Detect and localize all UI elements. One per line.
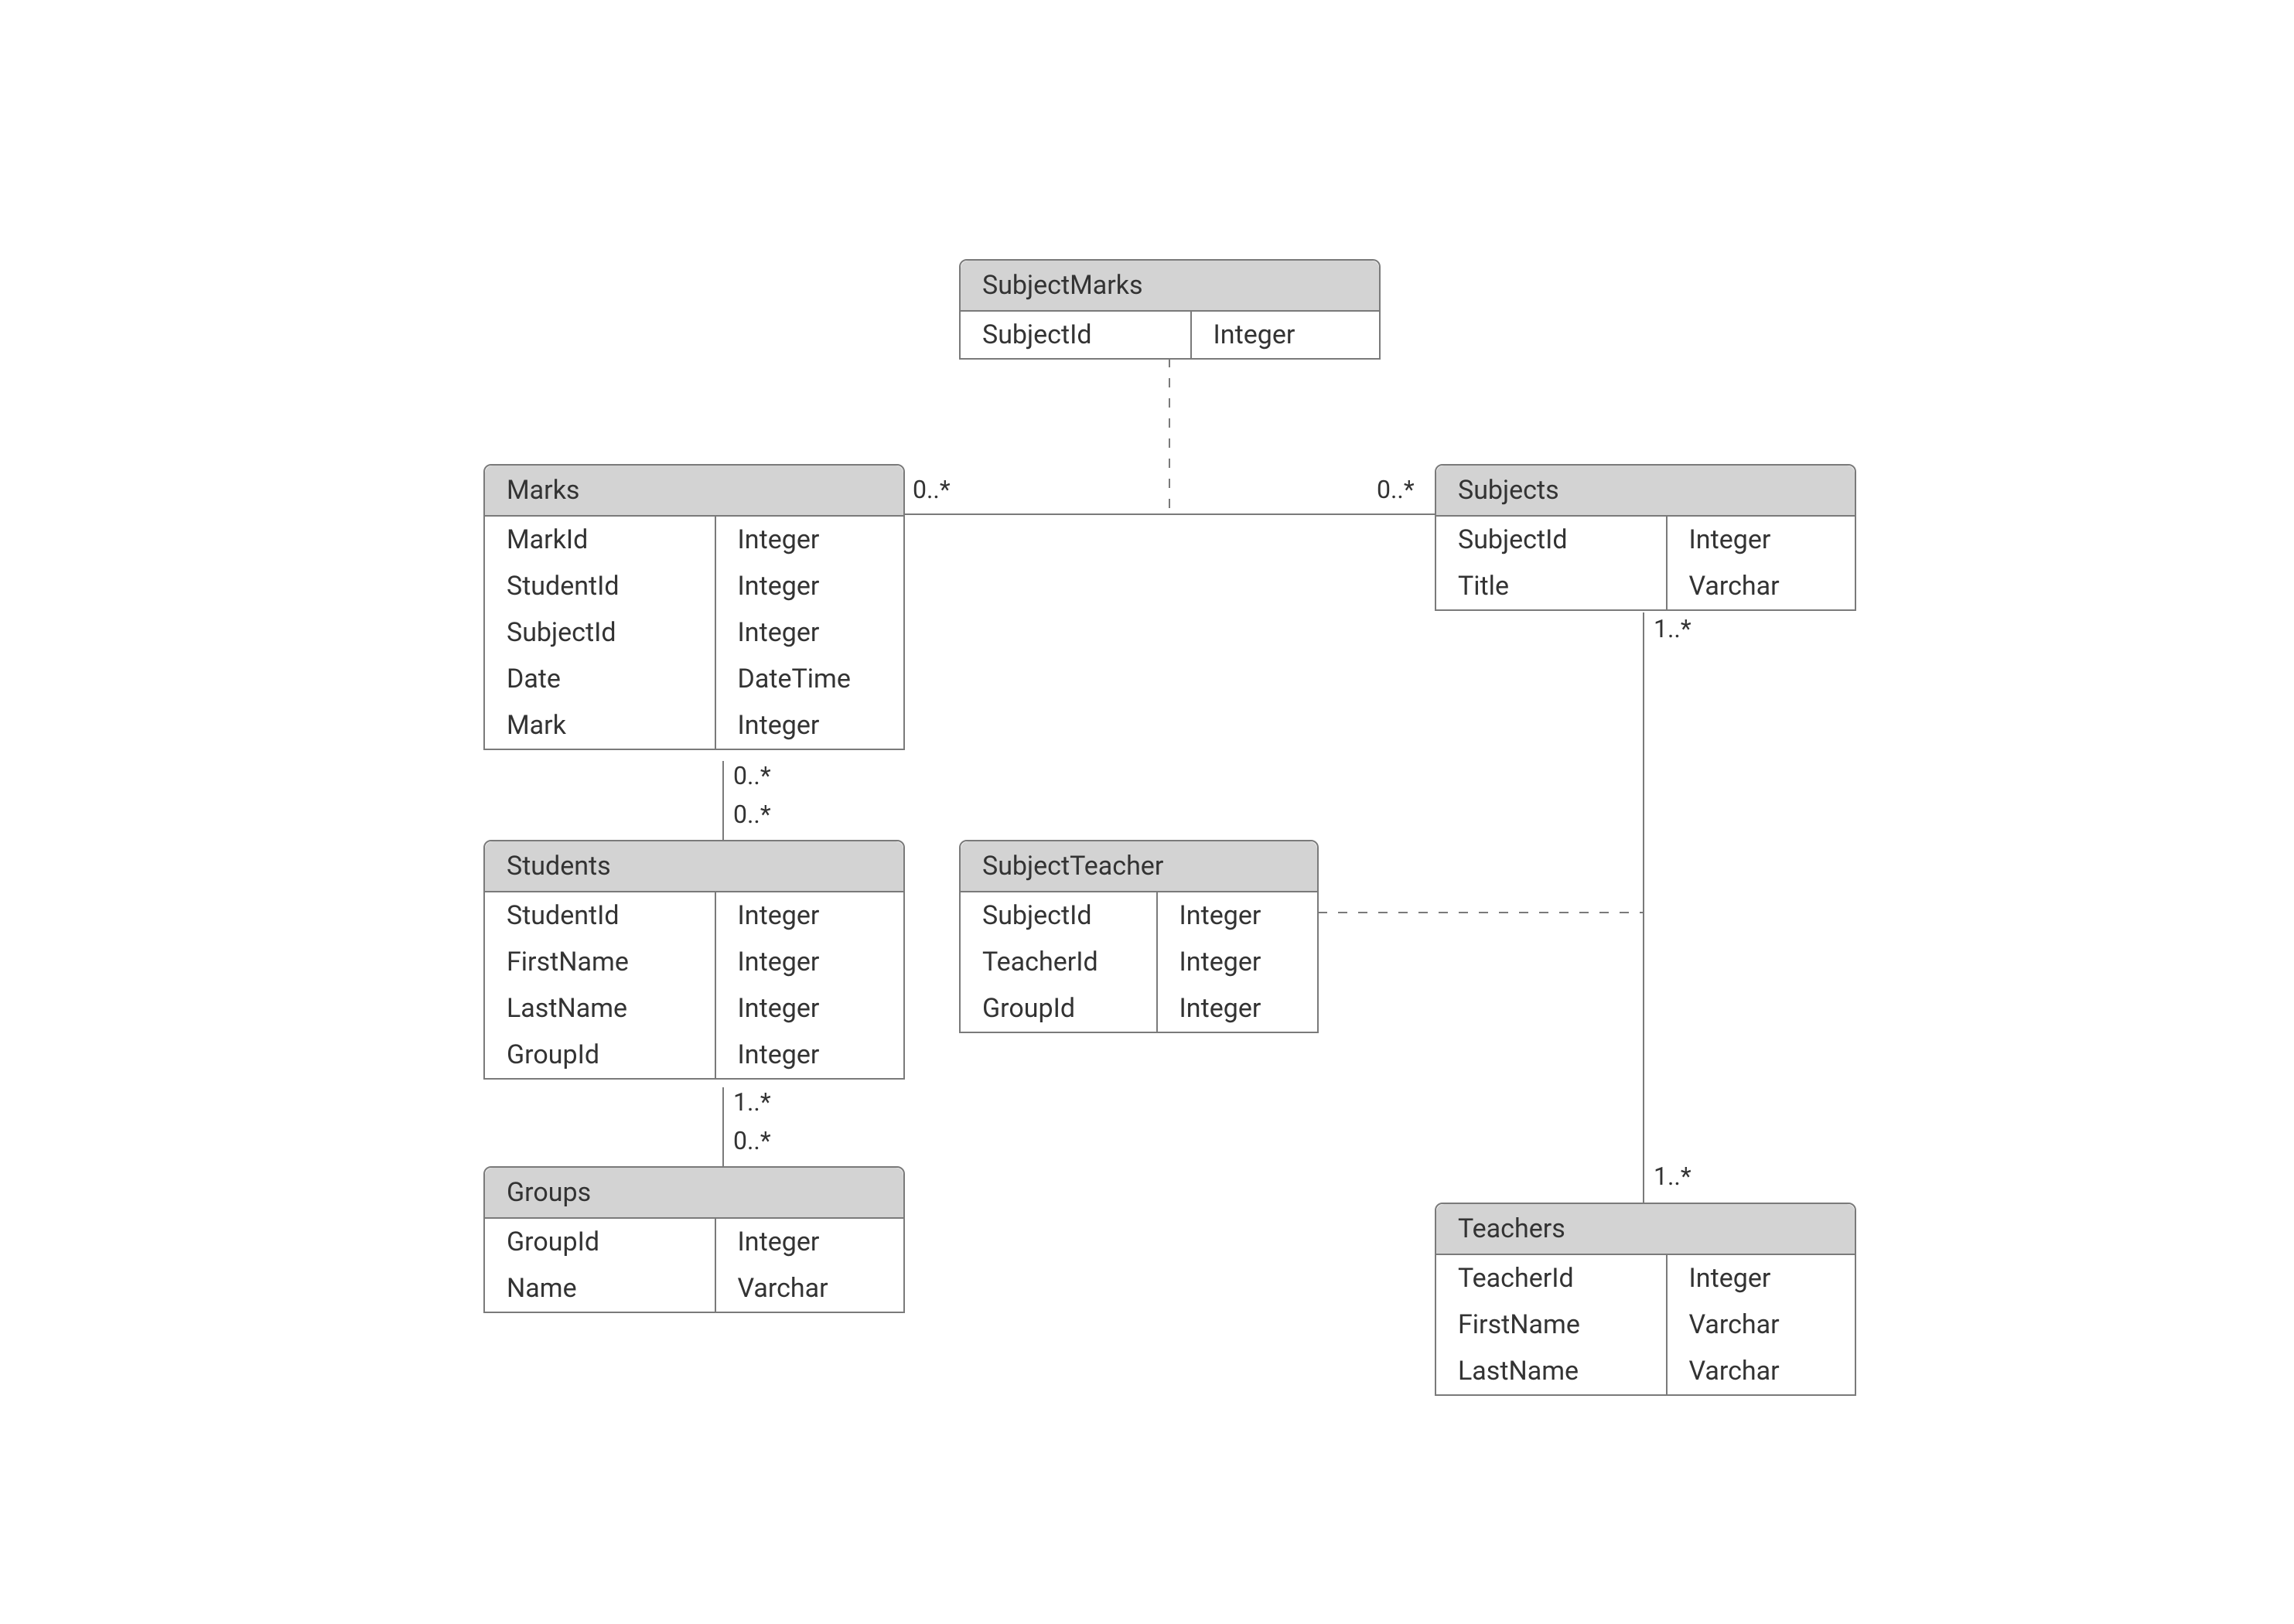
table-row: GroupId Integer [961, 985, 1317, 1032]
table-row: Mark Integer [485, 702, 903, 749]
field-type: Integer [715, 985, 903, 1032]
table-row: LastName Integer [485, 985, 903, 1032]
table-row: SubjectId Integer [485, 609, 903, 656]
field-type: Integer [1157, 892, 1317, 939]
label-students-groups-bot: 0..* [733, 1126, 771, 1155]
entity-groups: Groups GroupId Integer Name Varchar [483, 1166, 905, 1313]
field-name: GroupId [485, 1032, 715, 1078]
table-row: TeacherId Integer [1436, 1255, 1855, 1302]
field-name: StudentId [485, 563, 715, 609]
field-type: Integer [715, 892, 903, 939]
field-type: Integer [1157, 985, 1317, 1032]
field-type: Integer [1667, 517, 1855, 563]
entity-title: Marks [485, 466, 903, 517]
field-type: Integer [1191, 312, 1379, 358]
field-name: SubjectId [961, 312, 1191, 358]
table-row: GroupId Integer [485, 1219, 903, 1265]
table-row: Date DateTime [485, 656, 903, 702]
table-row: FirstName Integer [485, 939, 903, 985]
field-name: FirstName [485, 939, 715, 985]
field-type: Varchar [715, 1265, 903, 1312]
field-name: GroupId [485, 1219, 715, 1265]
field-type: Integer [715, 563, 903, 609]
field-name: TeacherId [1436, 1255, 1667, 1302]
entity-title: SubjectTeacher [961, 841, 1317, 892]
table-row: LastName Varchar [1436, 1348, 1855, 1394]
label-subjects-teachers-top: 1..* [1654, 614, 1691, 643]
table-row: GroupId Integer [485, 1032, 903, 1078]
label-students-groups-top: 1..* [733, 1087, 771, 1117]
field-type: DateTime [715, 656, 903, 702]
field-name: Name [485, 1265, 715, 1312]
entity-title: SubjectMarks [961, 261, 1379, 312]
field-name: SubjectId [485, 609, 715, 656]
field-name: FirstName [1436, 1302, 1667, 1348]
entity-title: Groups [485, 1168, 903, 1219]
field-name: Title [1436, 563, 1667, 609]
field-type: Integer [1157, 939, 1317, 985]
label-marks-subjects-left: 0..* [913, 475, 951, 504]
entity-subjects: Subjects SubjectId Integer Title Varchar [1435, 464, 1856, 611]
field-type: Integer [715, 702, 903, 749]
table-row: TeacherId Integer [961, 939, 1317, 985]
entity-title: Teachers [1436, 1204, 1855, 1255]
field-type: Varchar [1667, 1348, 1855, 1394]
field-name: Date [485, 656, 715, 702]
table-row: Title Varchar [1436, 563, 1855, 609]
field-type: Integer [715, 517, 903, 563]
field-type: Integer [715, 1219, 903, 1265]
field-type: Integer [715, 939, 903, 985]
entity-marks: Marks MarkId Integer StudentId Integer S… [483, 464, 905, 750]
label-subjects-teachers-bot: 1..* [1654, 1162, 1691, 1191]
field-name: SubjectId [1436, 517, 1667, 563]
field-name: Mark [485, 702, 715, 749]
field-name: LastName [1436, 1348, 1667, 1394]
field-name: LastName [485, 985, 715, 1032]
field-type: Integer [715, 1032, 903, 1078]
field-type: Varchar [1667, 1302, 1855, 1348]
field-type: Integer [1667, 1255, 1855, 1302]
field-type: Integer [715, 609, 903, 656]
table-row: MarkId Integer [485, 517, 903, 563]
label-marks-subjects-right: 0..* [1377, 475, 1415, 504]
table-row: SubjectId Integer [961, 892, 1317, 939]
field-name: TeacherId [961, 939, 1157, 985]
table-row: SubjectId Integer [961, 312, 1379, 358]
field-name: StudentId [485, 892, 715, 939]
field-name: MarkId [485, 517, 715, 563]
table-row: SubjectId Integer [1436, 517, 1855, 563]
connector-lines [0, 0, 2294, 1624]
table-row: FirstName Varchar [1436, 1302, 1855, 1348]
table-row: StudentId Integer [485, 892, 903, 939]
label-marks-students-bot: 0..* [733, 800, 771, 829]
entity-title: Students [485, 841, 903, 892]
entity-subjectmarks: SubjectMarks SubjectId Integer [959, 259, 1381, 360]
field-type: Varchar [1667, 563, 1855, 609]
entity-title: Subjects [1436, 466, 1855, 517]
entity-teachers: Teachers TeacherId Integer FirstName Var… [1435, 1203, 1856, 1396]
entity-students: Students StudentId Integer FirstName Int… [483, 840, 905, 1080]
field-name: SubjectId [961, 892, 1157, 939]
field-name: GroupId [961, 985, 1157, 1032]
entity-subjectteacher: SubjectTeacher SubjectId Integer Teacher… [959, 840, 1319, 1033]
table-row: Name Varchar [485, 1265, 903, 1312]
table-row: StudentId Integer [485, 563, 903, 609]
label-marks-students-top: 0..* [733, 761, 771, 790]
er-diagram-canvas: 0..* 0..* 0..* 0..* 1..* 0..* 1..* 1..* … [0, 0, 2294, 1624]
